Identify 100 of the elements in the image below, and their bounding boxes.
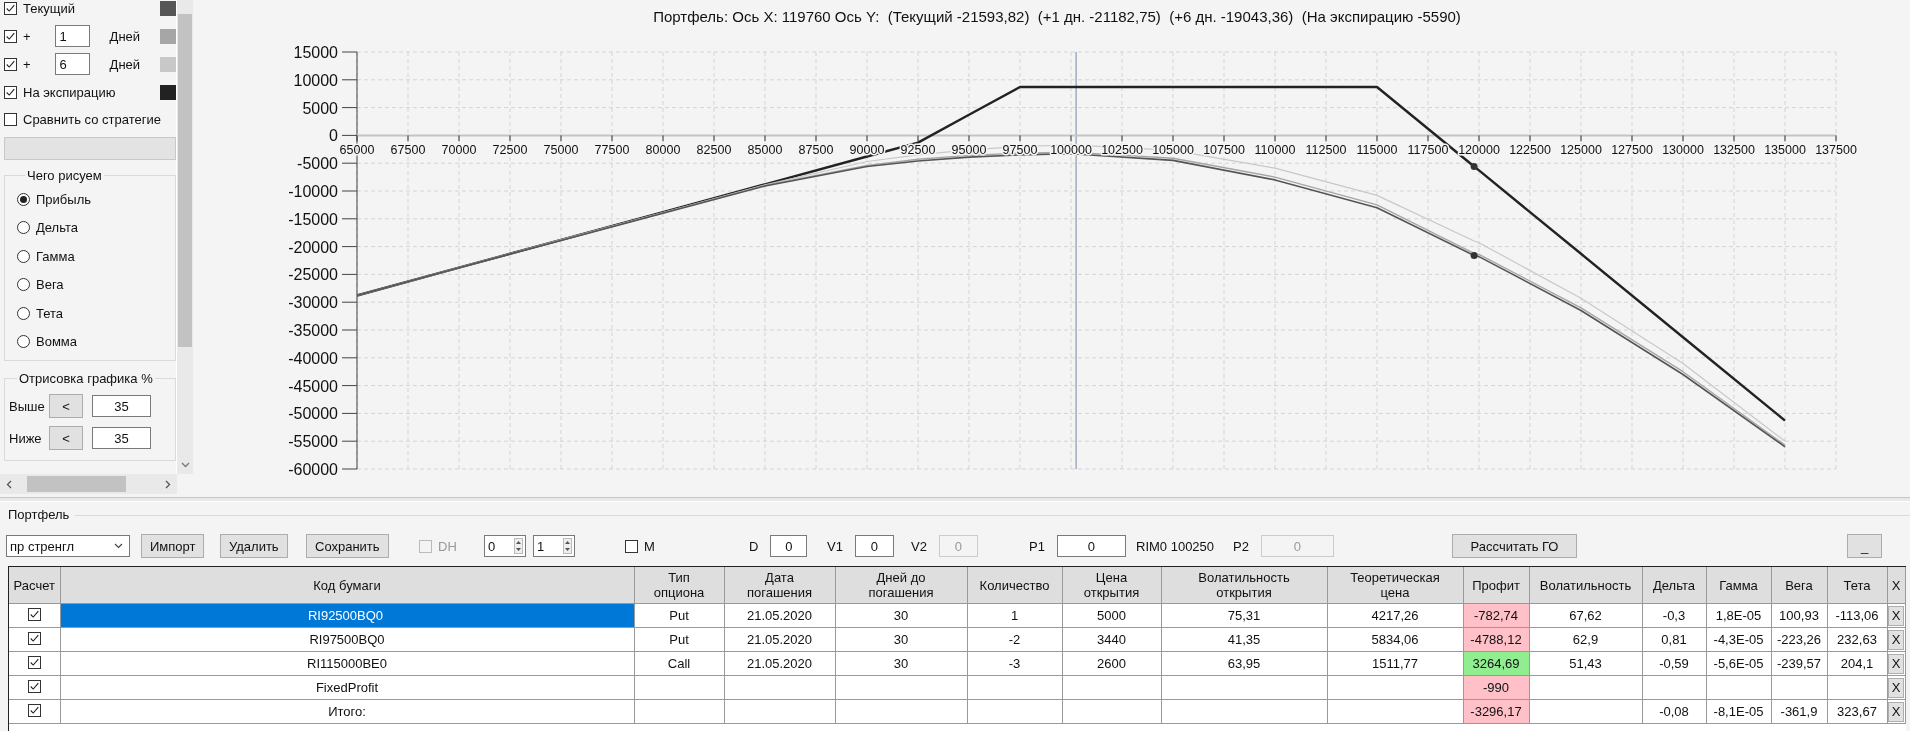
y-tick-label: -25000 [288, 266, 338, 284]
column-header[interactable]: Гамма [1706, 567, 1771, 604]
x-tick-label: 65000 [339, 143, 375, 158]
column-header[interactable]: Теоретическая цена [1327, 567, 1463, 604]
delete-button[interactable]: X [1888, 677, 1904, 698]
checkbox[interactable] [4, 1, 17, 15]
x-tick-label: 80000 [645, 143, 681, 158]
column-header[interactable]: Дата погашения [724, 567, 835, 604]
group-title: Чего рисуем [26, 168, 103, 183]
spin-arrows-icon[interactable] [514, 538, 523, 554]
table-cell: 21.05.2020 [724, 651, 835, 676]
x-tick-label: 115000 [1356, 143, 1398, 158]
prefix-label: + [23, 56, 31, 72]
x-tick-label: 132500 [1713, 143, 1755, 158]
step-button[interactable]: < [49, 394, 83, 418]
table-cell[interactable]: RI97500BQ0 [60, 627, 634, 652]
table-cell: 1 [967, 603, 1062, 628]
percent-field[interactable]: 35 [92, 395, 151, 417]
days-field[interactable]: 1 [54, 25, 90, 47]
table-cell: 5834,06 [1327, 627, 1463, 652]
param-label: P1 [1029, 538, 1045, 554]
chevron-right-icon[interactable] [165, 479, 171, 489]
table-cell: 51,43 [1529, 651, 1642, 676]
column-header[interactable]: Профит [1463, 567, 1529, 604]
y-tick-label: -10000 [288, 183, 338, 200]
checkbox[interactable] [27, 680, 41, 693]
checkbox[interactable] [27, 656, 41, 669]
delete-button[interactable]: X [1888, 605, 1904, 626]
radio-button[interactable] [17, 221, 30, 235]
horizontal-scrollbar[interactable] [0, 474, 177, 494]
checkbox[interactable] [625, 539, 638, 553]
param-field[interactable]: 0 [854, 535, 894, 557]
toolbar-button[interactable]: Импорт [141, 534, 205, 558]
column-header[interactable]: Дней до погашения [835, 567, 967, 604]
column-header[interactable]: Вега [1771, 567, 1827, 604]
toolbar-button[interactable]: Удалить [220, 534, 288, 558]
table-cell[interactable]: Итого: [60, 699, 634, 724]
toolbar-button[interactable]: Сохранить [306, 534, 389, 558]
checkbox[interactable] [27, 608, 41, 621]
column-header[interactable]: Дельта [1642, 567, 1706, 604]
scroll-thumb[interactable] [178, 14, 192, 347]
spin-arrows-icon[interactable] [563, 538, 572, 554]
y-tick-label: -45000 [288, 377, 338, 395]
column-header[interactable]: Тип опциона [634, 567, 724, 604]
checkbox[interactable] [4, 85, 17, 99]
table-cell: 30 [835, 603, 967, 628]
column-header[interactable]: Цена открытия [1062, 567, 1161, 604]
x-tick-label: 127500 [1611, 143, 1653, 158]
radio-button[interactable] [17, 278, 30, 292]
prefix-label: + [23, 28, 31, 44]
checkbox[interactable] [4, 112, 17, 126]
scroll-thumb[interactable] [27, 476, 126, 492]
y-tick-label: -40000 [288, 349, 338, 367]
radio-button[interactable] [17, 306, 30, 320]
days-field[interactable]: 6 [54, 53, 90, 75]
checkbox[interactable] [4, 29, 17, 43]
radio-button[interactable] [17, 249, 30, 263]
radio-button[interactable] [17, 335, 30, 349]
column-header[interactable]: Тета [1827, 567, 1887, 604]
table-cell: 21.05.2020 [724, 627, 835, 652]
table-cell: 30 [835, 651, 967, 676]
table-cell[interactable]: FixedProfit [60, 675, 634, 700]
checkbox[interactable] [4, 57, 17, 71]
table-cell: Put [634, 627, 724, 652]
column-header[interactable]: Код бумаги [60, 567, 634, 604]
spin-field[interactable]: 0 [484, 535, 526, 557]
strategy-select[interactable]: пр стренгл [6, 535, 130, 557]
caret-icon [114, 543, 123, 549]
x-tick-label: 125000 [1560, 143, 1602, 158]
param-field[interactable]: 0 [770, 535, 808, 557]
delete-button[interactable]: X [1888, 629, 1904, 650]
param-label: D [749, 538, 759, 554]
checkbox[interactable] [27, 632, 41, 645]
delete-button[interactable]: X [1888, 653, 1904, 674]
vertical-scrollbar[interactable] [177, 0, 193, 474]
x-tick-label: 105000 [1152, 143, 1194, 158]
column-header[interactable]: Волатильность открытия [1161, 567, 1327, 604]
step-button[interactable]: < [49, 426, 83, 450]
table-cell[interactable]: RI92500BQ0 [60, 603, 634, 628]
spin-field[interactable]: 1 [533, 535, 575, 557]
table-cell[interactable]: RI115000BE0 [60, 651, 634, 676]
column-header[interactable]: Расчет [9, 567, 60, 604]
x-tick-label: 100000 [1050, 143, 1092, 158]
checkbox[interactable] [27, 704, 41, 717]
radio-button[interactable] [17, 192, 30, 206]
column-header[interactable]: Количество [967, 567, 1062, 604]
table-cell: -3 [967, 651, 1062, 676]
chart-title: Портфель: Ось X: 119760 Ось Y: (Текущий -21593,82) (+1 дн. -21182,75) (+6 дн. -19043,36) (На экспирацию -5590) [653, 8, 1461, 25]
delete-button[interactable]: X [1888, 701, 1904, 722]
x-tick-label: 130000 [1662, 143, 1704, 158]
radio-label: Гамма [36, 248, 75, 264]
calc-button[interactable]: Рассчитать ГО [1452, 534, 1577, 558]
param-field[interactable]: 0 [1056, 535, 1126, 557]
table-cell: 62,9 [1529, 627, 1642, 652]
percent-field[interactable]: 35 [92, 427, 151, 449]
column-header[interactable]: Волатильность [1529, 567, 1642, 604]
series-label: На экспирацию [23, 84, 116, 100]
chevron-left-icon[interactable] [6, 479, 12, 489]
minimize-button[interactable]: _ [1847, 534, 1882, 558]
chevron-down-icon[interactable] [180, 462, 190, 468]
